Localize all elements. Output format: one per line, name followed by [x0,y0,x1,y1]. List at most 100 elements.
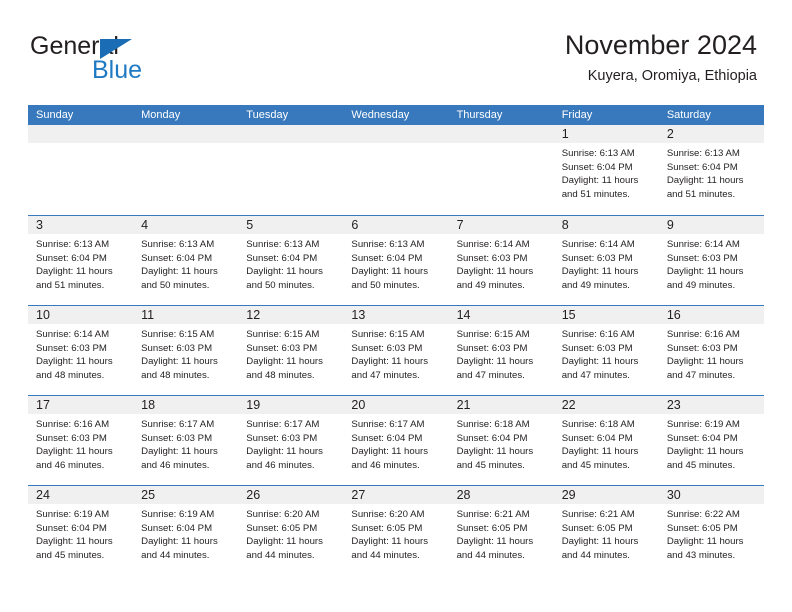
day-cell[interactable]: 30 Sunrise: 6:22 AM Sunset: 6:05 PM Dayligh… [658,486,764,575]
day-number: 21 [456,398,471,412]
day-number: 24 [36,488,50,502]
day-number-band: 25 [133,486,239,504]
day-number: 3 [36,218,43,232]
daylight-text-line1: Daylight: 11 hours [351,536,429,547]
day-cell[interactable]: 25 Sunrise: 6:19 AM Sunset: 6:04 PM Dayligh… [133,486,239,575]
daylight-text-line1: Daylight: 11 hours [36,266,113,277]
sunrise-text: Sunrise: 6:13 AM [246,239,320,250]
sunrise-text: Sunrise: 6:20 AM [246,509,320,520]
calendar-page: General Blue November 2024 Kuyera, Oromi… [0,0,792,612]
sunrise-text: Sunrise: 6:13 AM [36,239,110,250]
calendar-week-row: 10 Sunrise: 6:14 AM Sunset: 6:03 PM Dayligh… [28,305,764,395]
day-number: 19 [246,398,261,412]
sunset-text: Sunset: 6:04 PM [246,252,318,264]
day-number: 22 [561,398,576,412]
daylight-text-line2: and 45 minutes. [456,459,525,471]
day-details: Sunrise: 6:15 AM Sunset: 6:03 PM Daylight:… [449,324,554,382]
sunset-text: Sunset: 6:04 PM [141,522,213,534]
day-number-band: 19 [238,396,344,414]
day-cell[interactable]: 20 Sunrise: 6:17 AM Sunset: 6:04 PM Dayligh… [343,396,449,485]
day-cell[interactable]: 14 Sunrise: 6:15 AM Sunset: 6:03 PM Dayligh… [448,306,554,395]
day-cell[interactable]: 8 Sunrise: 6:14 AM Sunset: 6:03 PM Daylight… [553,216,659,305]
daylight-text-line1: Daylight: 11 hours [666,536,744,547]
daylight-text-line2: and 48 minutes. [36,369,105,381]
day-cell[interactable]: 13 Sunrise: 6:15 AM Sunset: 6:03 PM Dayligh… [343,306,449,395]
day-number-band: 24 [28,486,134,504]
day-cell[interactable]: 15 Sunrise: 6:16 AM Sunset: 6:03 PM Dayligh… [553,306,659,395]
day-number-band: 29 [553,486,659,504]
daylight-text-line1: Daylight: 11 hours [351,266,429,277]
day-cell[interactable]: 4 Sunrise: 6:13 AM Sunset: 6:04 PM Daylight… [133,216,239,305]
day-details: Sunrise: 6:17 AM Sunset: 6:03 PM Daylight:… [133,414,238,472]
day-cell-empty [133,125,239,215]
sunrise-text: Sunrise: 6:13 AM [141,239,215,250]
day-cell[interactable]: 22 Sunrise: 6:18 AM Sunset: 6:04 PM Dayligh… [553,396,659,485]
daylight-text-line1: Daylight: 11 hours [141,266,218,277]
weekday-header-saturday: Saturday [666,109,711,121]
day-cell[interactable]: 2 Sunrise: 6:13 AM Sunset: 6:04 PM Daylight… [658,125,764,215]
sunrise-text: Sunrise: 6:15 AM [456,329,530,340]
day-cell[interactable]: 21 Sunrise: 6:18 AM Sunset: 6:04 PM Dayligh… [448,396,554,485]
sunset-text: Sunset: 6:03 PM [36,342,107,354]
day-cell[interactable]: 10 Sunrise: 6:14 AM Sunset: 6:03 PM Dayligh… [28,306,134,395]
sunrise-text: Sunrise: 6:21 AM [456,509,530,520]
daylight-text-line1: Daylight: 11 hours [666,266,744,277]
day-number-band: 12 [238,306,344,324]
sunset-text: Sunset: 6:05 PM [666,522,738,534]
day-cell[interactable]: 29 Sunrise: 6:21 AM Sunset: 6:05 PM Dayligh… [553,486,659,575]
day-cell[interactable]: 3 Sunrise: 6:13 AM Sunset: 6:04 PM Daylight… [28,216,134,305]
day-details: Sunrise: 6:19 AM Sunset: 6:04 PM Daylight:… [28,504,133,562]
day-number-band: 14 [448,306,554,324]
daylight-text-line1: Daylight: 11 hours [456,266,534,277]
sunrise-text: Sunrise: 6:15 AM [246,329,320,340]
day-number-band: 4 [133,216,239,234]
day-number: 30 [666,488,681,502]
day-number: 6 [351,218,359,232]
day-number: 17 [36,398,50,412]
daylight-text-line1: Daylight: 11 hours [246,356,323,367]
day-cell[interactable]: 19 Sunrise: 6:17 AM Sunset: 6:03 PM Dayligh… [238,396,344,485]
day-cell[interactable]: 7 Sunrise: 6:14 AM Sunset: 6:03 PM Daylight… [448,216,554,305]
day-cell[interactable]: 18 Sunrise: 6:17 AM Sunset: 6:03 PM Dayligh… [133,396,239,485]
day-cell[interactable]: 27 Sunrise: 6:20 AM Sunset: 6:05 PM Dayligh… [343,486,449,575]
weekday-header-tuesday: Tuesday [246,109,289,121]
daylight-text-line2: and 43 minutes. [666,549,736,561]
day-cell[interactable]: 17 Sunrise: 6:16 AM Sunset: 6:03 PM Dayligh… [28,396,134,485]
sunrise-text: Sunrise: 6:17 AM [141,419,215,430]
day-number: 25 [141,488,156,502]
daylight-text-line2: and 50 minutes. [141,279,210,291]
sunset-text: Sunset: 6:03 PM [141,342,213,354]
daylight-text-line1: Daylight: 11 hours [36,446,113,457]
daylight-text-line1: Daylight: 11 hours [141,446,218,457]
day-details: Sunrise: 6:16 AM Sunset: 6:03 PM Daylight:… [28,414,133,472]
day-cell[interactable]: 11 Sunrise: 6:15 AM Sunset: 6:03 PM Dayligh… [133,306,239,395]
day-cell[interactable]: 12 Sunrise: 6:15 AM Sunset: 6:03 PM Dayligh… [238,306,344,395]
day-cell[interactable]: 16 Sunrise: 6:16 AM Sunset: 6:03 PM Dayligh… [658,306,764,395]
daylight-text-line2: and 44 minutes. [456,549,525,561]
daylight-text-line2: and 51 minutes. [666,188,736,200]
day-number: 2 [666,127,674,141]
day-number: 4 [141,218,149,232]
day-details: Sunrise: 6:13 AM Sunset: 6:04 PM Daylight:… [554,143,659,201]
day-cell[interactable]: 6 Sunrise: 6:13 AM Sunset: 6:04 PM Daylight… [343,216,449,305]
day-number-band: 6 [343,216,449,234]
day-cell[interactable]: 23 Sunrise: 6:19 AM Sunset: 6:04 PM Dayligh… [658,396,764,485]
sunset-text: Sunset: 6:03 PM [246,342,318,354]
day-cell[interactable]: 24 Sunrise: 6:19 AM Sunset: 6:04 PM Dayligh… [28,486,134,575]
daylight-text-line2: and 47 minutes. [666,369,736,381]
day-number: 9 [666,218,674,232]
day-cell[interactable]: 9 Sunrise: 6:14 AM Sunset: 6:03 PM Daylight… [658,216,764,305]
sunset-text: Sunset: 6:05 PM [351,522,423,534]
day-cell[interactable]: 1 Sunrise: 6:13 AM Sunset: 6:04 PM Daylight… [553,125,659,215]
day-cell[interactable]: 28 Sunrise: 6:21 AM Sunset: 6:05 PM Dayligh… [448,486,554,575]
general-blue-logo[interactable]: General Blue [30,32,250,84]
day-number: 15 [561,308,576,322]
daylight-text-line1: Daylight: 11 hours [246,446,323,457]
daylight-text-line2: and 49 minutes. [666,279,736,291]
day-details: Sunrise: 6:17 AM Sunset: 6:03 PM Daylight:… [238,414,343,472]
calendar-week-row: 24 Sunrise: 6:19 AM Sunset: 6:04 PM Dayligh… [28,485,764,575]
day-cell[interactable]: 5 Sunrise: 6:13 AM Sunset: 6:04 PM Daylight… [238,216,344,305]
day-number: 11 [141,308,155,322]
sunset-text: Sunset: 6:04 PM [561,432,633,444]
day-cell[interactable]: 26 Sunrise: 6:20 AM Sunset: 6:05 PM Dayligh… [238,486,344,575]
